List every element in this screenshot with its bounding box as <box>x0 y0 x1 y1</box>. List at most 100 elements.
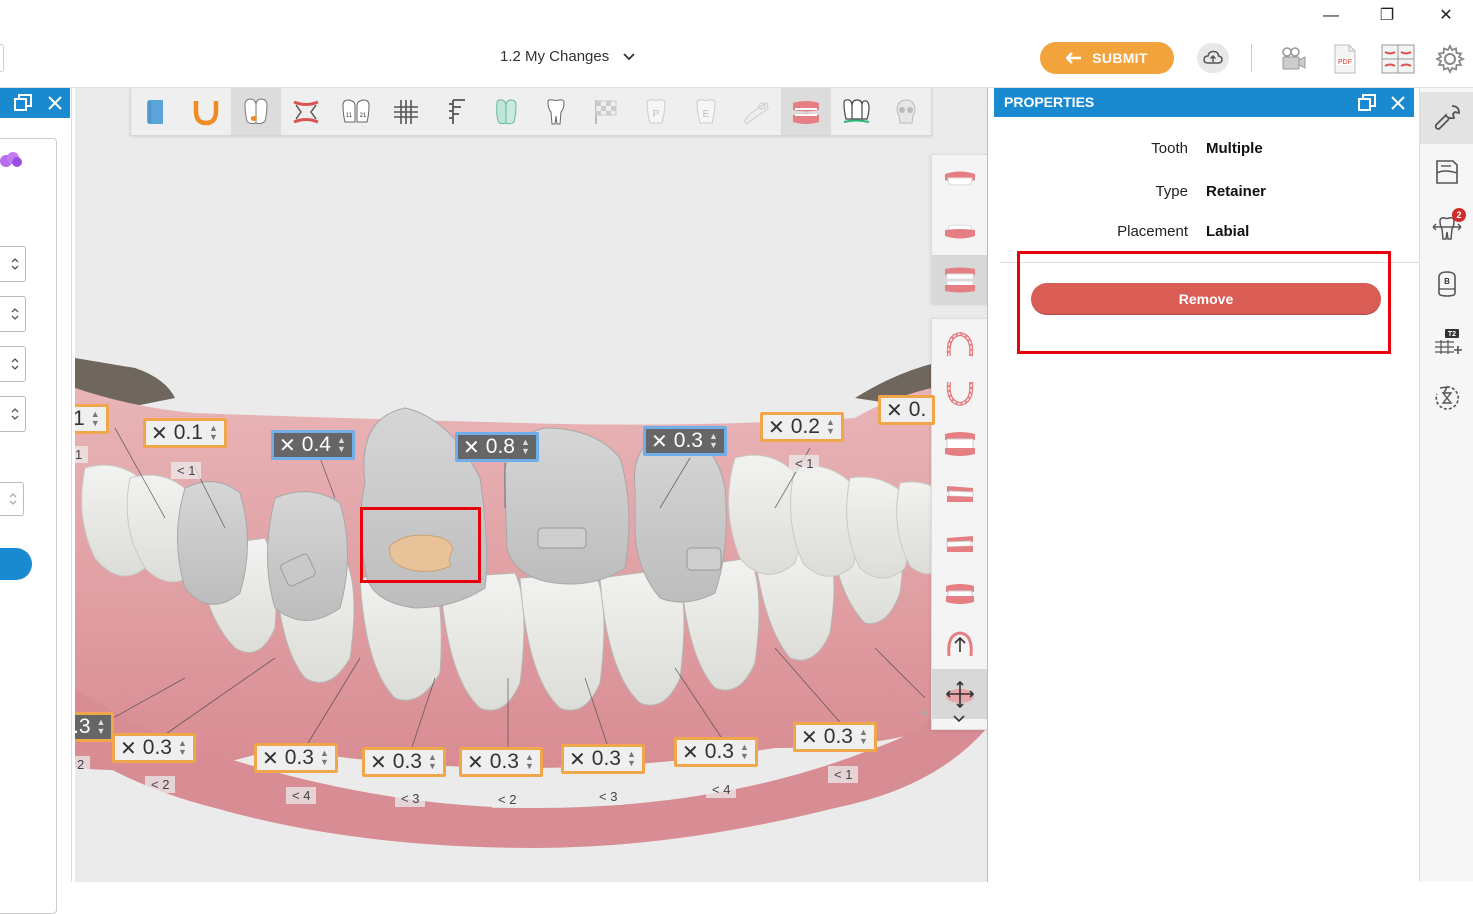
remove-x-icon[interactable]: ✕ <box>262 746 279 771</box>
notes-icon <box>1436 160 1458 184</box>
view-lower-jaw[interactable] <box>932 205 987 255</box>
rail-history[interactable] <box>1420 372 1473 424</box>
tool-elastics[interactable] <box>731 88 781 135</box>
left-small-stepper[interactable] <box>0 482 24 516</box>
view-mandibular-occlusal[interactable] <box>932 369 987 419</box>
undock-icon[interactable] <box>14 94 32 111</box>
tool-skull[interactable] <box>881 88 931 135</box>
cloud-upload-button[interactable] <box>1197 43 1229 73</box>
tool-book[interactable] <box>131 88 181 135</box>
tool-tooth[interactable] <box>531 88 581 135</box>
ipr-limit-lower-6: < 3 <box>593 788 624 805</box>
tool-e[interactable]: E <box>681 88 731 135</box>
pdf-export-button[interactable]: PDF <box>1328 42 1362 76</box>
view-right-lateral[interactable] <box>932 469 987 519</box>
remove-x-icon[interactable]: ✕ <box>682 740 699 765</box>
rail-bolton[interactable]: B <box>1420 258 1473 310</box>
remove-x-icon[interactable]: ✕ <box>120 736 137 761</box>
submit-button[interactable]: SUBMIT <box>1040 42 1174 74</box>
video-camera-button[interactable] <box>1276 42 1310 76</box>
compare-view-button[interactable] <box>1381 42 1415 76</box>
version-dropdown[interactable]: 1.2 My Changes <box>500 48 635 65</box>
tool-gingiva[interactable] <box>781 88 831 135</box>
teeth-outline-icon <box>843 98 870 123</box>
ipr-label-lower-1[interactable]: .3 ▲▼ <box>75 712 115 742</box>
left-edge-tab[interactable] <box>0 44 4 72</box>
close-icon[interactable] <box>47 95 63 111</box>
left-stepper-2[interactable] <box>0 296 26 332</box>
view-frontal[interactable] <box>932 419 987 469</box>
remove-x-icon[interactable]: ✕ <box>370 750 387 775</box>
remove-x-icon[interactable]: ✕ <box>467 750 484 775</box>
view-left-lateral[interactable] <box>932 519 987 569</box>
remove-x-icon[interactable]: ✕ <box>569 747 586 772</box>
checkered-flag-icon <box>595 99 617 124</box>
e-tooth-icon: E <box>696 98 716 123</box>
ipr-label-lower-4[interactable]: ✕ 0.3 ▲ ▼ <box>362 747 446 777</box>
ipr-label-lower-5[interactable]: ✕ 0.3 ▲ ▼ <box>459 747 543 777</box>
left-primary-button[interactable] <box>0 548 32 580</box>
close-icon[interactable] <box>1390 95 1406 111</box>
view-maxillary-occlusal[interactable] <box>932 319 987 369</box>
rail-tools[interactable] <box>1420 92 1473 144</box>
elastics-icon <box>743 101 769 125</box>
tool-tooth-numbers[interactable]: 11 21 <box>331 88 381 135</box>
settings-button[interactable] <box>1433 42 1467 76</box>
tool-arch[interactable] <box>181 88 231 135</box>
ipr-label-lower-6[interactable]: ✕ 0.3 ▲ ▼ <box>561 744 645 774</box>
ipr-label-upper-3[interactable]: ✕ 0.4 ▲ ▼ <box>271 430 355 460</box>
view-posterior[interactable] <box>932 569 987 619</box>
ipr-label-upper-2[interactable]: ✕ 0.1 ▲ ▼ <box>143 418 227 448</box>
undock-icon[interactable] <box>1358 94 1376 111</box>
rail-ipr[interactable]: 2 <box>1420 202 1473 254</box>
tool-occlusal[interactable] <box>281 88 331 135</box>
ipr-label-lower-7[interactable]: ✕ 0.3 ▲ ▼ <box>674 737 758 767</box>
tool-superimpose[interactable] <box>481 88 531 135</box>
ipr-label-upper-7[interactable]: ✕ 0. <box>878 395 936 425</box>
ipr-label-lower-8[interactable]: ✕ 0.3 ▲ ▼ <box>793 722 877 752</box>
property-key: Tooth <box>1151 140 1188 157</box>
ipr-label-upper-6[interactable]: ✕ 0.2 ▲ ▼ <box>760 412 844 442</box>
left-stepper-1[interactable] <box>0 246 26 282</box>
spinner-icon: ▲ ▼ <box>427 752 437 771</box>
updown-icon <box>11 308 19 320</box>
more-views-chevron-icon[interactable] <box>953 715 965 723</box>
view-rotate[interactable] <box>932 669 987 719</box>
svg-text:PDF: PDF <box>1338 59 1352 66</box>
view-bite-opened[interactable] <box>932 619 987 669</box>
left-stepper-3[interactable] <box>0 346 26 382</box>
svg-text:21: 21 <box>360 113 367 119</box>
right-tool-rail: 2 B T2 <box>1419 88 1473 882</box>
view-upper-jaw[interactable] <box>932 155 987 205</box>
remove-x-icon[interactable]: ✕ <box>463 435 480 460</box>
restore-button[interactable]: ❐ <box>1364 2 1410 30</box>
ipr-label-lower-2[interactable]: ✕ 0.3 ▲ ▼ <box>112 733 196 763</box>
tool-ruler[interactable] <box>431 88 481 135</box>
remove-x-icon[interactable]: ✕ <box>279 433 296 458</box>
ipr-label-lower-3[interactable]: ✕ 0.3 ▲ ▼ <box>254 743 338 773</box>
remove-x-icon[interactable]: ✕ <box>651 429 668 454</box>
ipr-value: 0. <box>908 398 927 421</box>
tool-grid[interactable] <box>381 88 431 135</box>
remove-x-icon[interactable]: ✕ <box>886 398 903 423</box>
ipr-label-upper-1[interactable]: 1 ▲ ▼ <box>75 404 109 434</box>
remove-x-icon[interactable]: ✕ <box>801 725 818 750</box>
close-button[interactable]: ✕ <box>1423 2 1469 30</box>
ipr-limit-lower-7: < 4 <box>706 781 737 798</box>
tool-p[interactable]: P <box>631 88 681 135</box>
tool-attachment[interactable] <box>231 88 281 135</box>
gear-icon <box>1435 44 1465 74</box>
left-stepper-4[interactable] <box>0 396 26 432</box>
remove-x-icon[interactable]: ✕ <box>151 421 168 446</box>
rail-t2-attachments[interactable]: T2 <box>1420 316 1473 368</box>
3d-viewport[interactable]: + 11 21 P E 1 ▲ ▼ ✕ 0.1 ▲ ▼ ✕ 0.4 ▲ ▼ ✕ … <box>75 88 987 882</box>
toolbar-separator <box>1251 44 1252 72</box>
minimize-button[interactable]: — <box>1308 2 1354 30</box>
ipr-label-upper-4[interactable]: ✕ 0.8 ▲ ▼ <box>455 432 539 462</box>
ipr-label-upper-5[interactable]: ✕ 0.3 ▲ ▼ <box>643 426 727 456</box>
tool-finish[interactable] <box>581 88 631 135</box>
tool-teeth-outline[interactable] <box>831 88 881 135</box>
view-both-jaws[interactable] <box>932 255 987 305</box>
rail-notes[interactable] <box>1420 146 1473 198</box>
remove-x-icon[interactable]: ✕ <box>768 415 785 440</box>
